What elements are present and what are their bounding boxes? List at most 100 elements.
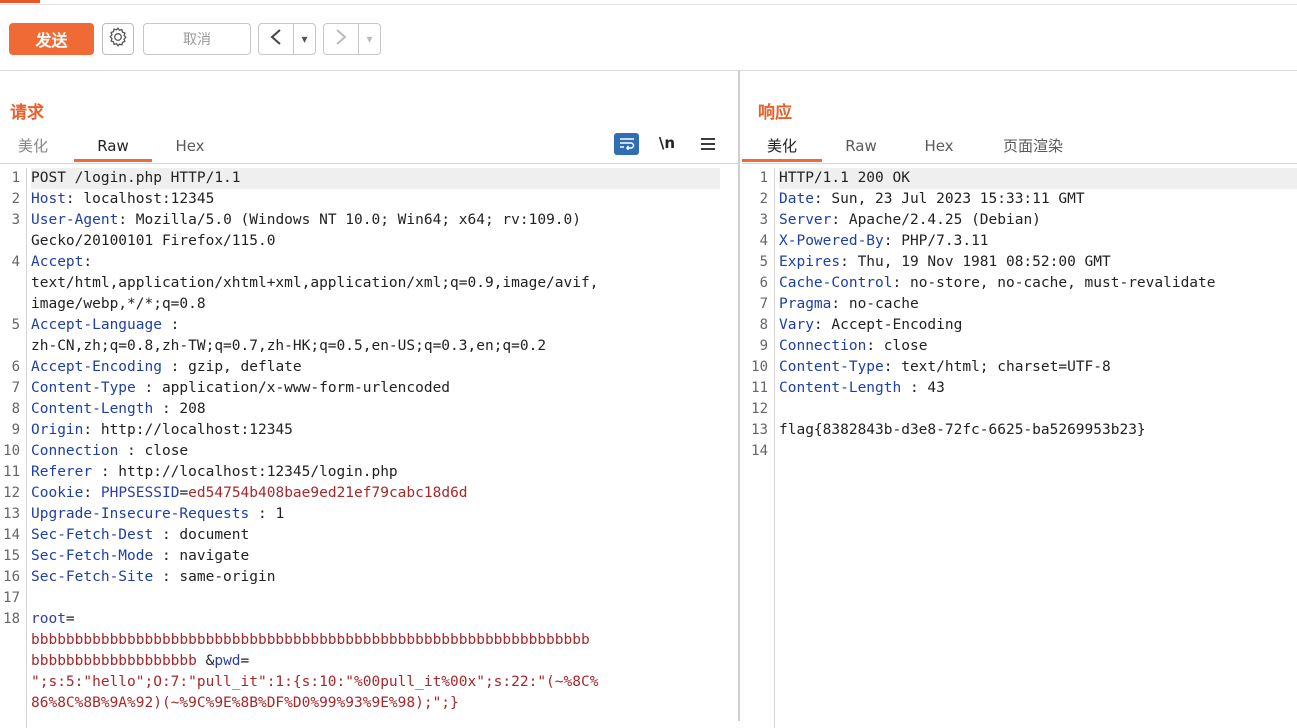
code-text: : http://localhost:12345/login.php [92,464,398,480]
code-text: ";s:5:"hello";O:7:"pull_it":1:{s:10:"%00… [31,674,599,690]
header-key: X-Powered-By [779,233,884,249]
code-line: POST /login.php HTTP/1.1 [31,168,720,189]
header-key: User-Agent [31,212,119,228]
request-tabs: 美化 Raw Hex \n [0,133,730,162]
line-number: 5 [11,317,20,333]
line-number: 8 [11,401,20,417]
code-text: ed54754b408bae9ed21ef79cabc18d6d [188,485,468,501]
tab-response-hex[interactable]: Hex [910,136,968,162]
tab-request-raw[interactable]: Raw [74,136,152,162]
request-editor[interactable]: 1 POST /login.php HTTP/1.1 2 Host: localhos… [0,168,738,728]
code-text: : PHP/7.3.11 [883,233,989,249]
header-key: Sec-Fetch-Site [31,569,154,585]
back-button[interactable] [259,24,293,54]
response-tabs: 美化 Raw Hex 页面渲染 [742,136,1297,162]
code-line: Pragma: no-cache [779,294,919,315]
code-text: : Thu, 19 Nov 1981 08:52:00 GMT [840,254,1111,270]
code-line: bbbbbbbbbbbbbbbbbbbbbbbbbbbbbbbbbbbbbbbb… [31,630,590,651]
tab-request-pretty[interactable]: 美化 [10,136,56,162]
header-key: Accept [31,254,84,270]
code-line: Host: localhost:12345 [31,189,214,210]
dropdown-icon: ▾ [366,32,373,46]
header-key: Sec-Fetch-Dest [31,527,154,543]
code-line: 86%8C%8B%9A%92)(~%9C%9E%8B%DF%D0%99%93%9… [31,693,459,714]
request-title: 请求 [10,103,44,123]
back-dropdown-button[interactable]: ▾ [294,24,315,54]
line-number: 7 [759,296,768,312]
code-line: Sec-Fetch-Dest : document [31,525,249,546]
code-text: : gzip, deflate [161,359,302,375]
line-number: 13 [3,506,20,522]
newline-toggle-button[interactable]: \n [656,133,678,155]
code-text: : document [153,527,250,543]
code-line: User-Agent: Mozilla/5.0 (Windows NT 10.0… [31,210,581,231]
code-text: HTTP/1.1 200 OK [779,170,910,186]
tab-response-raw[interactable]: Raw [832,136,890,162]
code-line: X-Powered-By: PHP/7.3.11 [779,231,989,252]
code-text: : close [866,338,928,354]
line-number: 17 [3,590,20,606]
code-text: bbbbbbbbbbbbbbbbbbb [31,653,206,669]
line-number: 6 [11,359,20,375]
code-text: : [83,254,93,270]
code-line: Gecko/20100101 Firefox/115.0 [31,231,275,252]
code-text: : [161,317,180,333]
line-number: 14 [751,443,768,459]
response-editor[interactable]: 1 HTTP/1.1 200 OK 2 Date: Sun, 23 Jul 2023 … [748,168,1297,728]
pane-divider[interactable] [738,71,740,721]
code-text: PHPSESSID [100,485,180,501]
header-key: Cookie [31,485,84,501]
settings-button[interactable] [102,23,134,55]
line-number: 2 [759,191,768,207]
tab-response-pretty[interactable]: 美化 [742,136,822,162]
line-number: 4 [759,233,768,249]
code-line: Expires: Thu, 19 Nov 1981 08:52:00 GMT [779,252,1111,273]
code-line: Server: Apache/2.4.25 (Debian) [779,210,1041,231]
code-line: Content-Length : 43 [779,378,945,399]
code-line: Upgrade-Insecure-Requests : 1 [31,504,284,525]
wrap-toggle-button[interactable] [614,133,639,155]
tab-request-hex[interactable]: Hex [160,136,220,162]
code-text: : 1 [249,506,285,522]
forward-nav-group: ▾ [323,23,381,55]
line-number: 15 [3,548,20,564]
code-line: bbbbbbbbbbbbbbbbbbb &pwd= [31,651,249,672]
cancel-button[interactable]: 取消 [143,23,251,55]
header-key: Connection [31,443,119,459]
menu-icon [701,135,715,154]
code-line: flag{8382843b-d3e8-72fc-6625-ba5269953b2… [779,420,1146,441]
back-arrow-icon [269,28,283,50]
response-title: 响应 [758,103,792,123]
forward-dropdown-button[interactable]: ▾ [359,24,380,54]
line-number: 8 [759,317,768,333]
request-menu-button[interactable] [699,134,717,154]
line-number: 10 [3,443,20,459]
header-key: Content-Type [779,359,884,375]
code-line: zh-CN,zh;q=0.8,zh-TW;q=0.7,zh-HK;q=0.5,e… [31,336,546,357]
forward-button[interactable] [324,24,358,54]
line-number: 10 [751,359,768,375]
code-text: : 208 [153,401,206,417]
code-text: : 43 [901,380,945,396]
header-key: Content-Length [31,401,154,417]
code-text: Gecko/20100101 Firefox/115.0 [31,233,276,249]
line-number: 16 [3,569,20,585]
line-number: 13 [751,422,768,438]
code-text: = [65,611,75,627]
code-line: Cache-Control: no-store, no-cache, must-… [779,273,1216,294]
code-text: = [240,653,250,669]
code-text: pwd [214,653,241,669]
line-number: 9 [11,422,20,438]
tab-response-render[interactable]: 页面渲染 [992,136,1074,162]
response-tab-underline [742,163,1297,164]
line-number: 9 [759,338,768,354]
code-text: : Mozilla/5.0 (Windows NT 10.0; Win64; x… [118,212,581,228]
code-text: : http://localhost:12345 [83,422,293,438]
header-key: Accept-Language [31,317,162,333]
code-line: Sec-Fetch-Mode : navigate [31,546,249,567]
send-button[interactable]: 发送 [9,23,94,55]
code-line: Sec-Fetch-Site : same-origin [31,567,275,588]
line-number: 3 [759,212,768,228]
code-line: Accept-Language : [31,315,179,336]
code-text: : text/html; charset=UTF-8 [883,359,1111,375]
